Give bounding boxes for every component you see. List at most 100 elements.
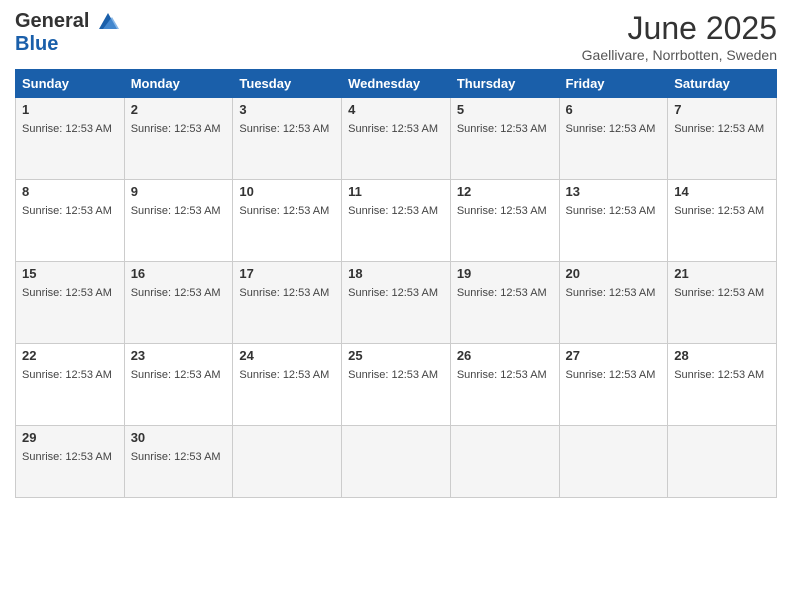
day-number: 29 <box>22 430 118 445</box>
sunrise-text: Sunrise: 12:53 AM <box>348 123 438 135</box>
calendar-row: 22Sunrise: 12:53 AM23Sunrise: 12:53 AM24… <box>16 344 777 426</box>
day-number: 1 <box>22 102 118 117</box>
day-number: 21 <box>674 266 770 281</box>
sunrise-text: Sunrise: 12:53 AM <box>239 369 329 381</box>
table-row: 12 Sunrise: 12:53 AM <box>450 180 559 262</box>
col-tuesday: Tuesday <box>233 70 342 98</box>
sunrise-text: Sunrise: 12:53 AM <box>566 369 656 381</box>
table-row <box>342 426 451 498</box>
col-wednesday: Wednesday <box>342 70 451 98</box>
logo-text: General Blue <box>15 10 119 55</box>
day-number: 18 <box>348 266 444 281</box>
sunrise-text: Sunrise: 12:53 AM <box>566 287 656 299</box>
day-number: 26 <box>457 348 553 363</box>
sunrise-text: Sunrise: 12:53 AM <box>131 369 221 381</box>
day-number: 25 <box>348 348 444 363</box>
table-row: 20 Sunrise: 12:53 AM <box>559 262 668 344</box>
day-number: 2 <box>131 102 227 117</box>
table-row <box>233 426 342 498</box>
calendar-row: 15Sunrise: 12:53 AM16Sunrise: 12:53 AM17… <box>16 262 777 344</box>
table-row: 26Sunrise: 12:53 AM <box>450 344 559 426</box>
table-row: 27 Sunrise: 12:53 AM <box>559 344 668 426</box>
calendar-header-row: Sunday Monday Tuesday Wednesday Thursday… <box>16 70 777 98</box>
table-row: 5 Sunrise: 12:53 AM <box>450 98 559 180</box>
day-number: 27 <box>566 348 662 363</box>
day-number: 20 <box>566 266 662 281</box>
sunrise-text: Sunrise: 12:53 AM <box>239 123 329 135</box>
table-row: 6 Sunrise: 12:53 AM <box>559 98 668 180</box>
table-row: 21 Sunrise: 12:53 AM <box>668 262 777 344</box>
month-year: June 2025 <box>582 10 777 47</box>
table-row: 3 Sunrise: 12:53 AM <box>233 98 342 180</box>
table-row: 17Sunrise: 12:53 AM <box>233 262 342 344</box>
sunrise-text: Sunrise: 12:53 AM <box>348 205 438 217</box>
day-number: 30 <box>131 430 227 445</box>
sunrise-text: Sunrise: 12:53 AM <box>566 123 656 135</box>
calendar-row: 29 Sunrise: 12:53 AM 30 Sunrise: 12:53 AM <box>16 426 777 498</box>
table-row: 8Sunrise: 12:53 AM <box>16 180 125 262</box>
day-number: 24 <box>239 348 335 363</box>
sunrise-text: Sunrise: 12:53 AM <box>131 123 221 135</box>
day-number: 28 <box>674 348 770 363</box>
table-row <box>450 426 559 498</box>
table-row: 10 Sunrise: 12:53 AM <box>233 180 342 262</box>
header: General Blue June 2025 Gaellivare, Norrb… <box>15 10 777 63</box>
sunrise-text: Sunrise: 12:53 AM <box>22 369 112 381</box>
table-row: 25 Sunrise: 12:53 AM <box>342 344 451 426</box>
day-number: 4 <box>348 102 444 117</box>
sunrise-text: Sunrise: 12:53 AM <box>674 205 764 217</box>
logo: General Blue <box>15 10 119 55</box>
table-row: 1 Sunrise: 12:53 AM <box>16 98 125 180</box>
sunrise-text: Sunrise: 12:53 AM <box>674 369 764 381</box>
sunrise-text: Sunrise: 12:53 AM <box>457 205 547 217</box>
day-number: 17 <box>239 266 335 281</box>
location: Gaellivare, Norrbotten, Sweden <box>582 47 777 63</box>
sunrise-text: Sunrise: 12:53 AM <box>674 123 764 135</box>
day-number: 5 <box>457 102 553 117</box>
day-number: 23 <box>131 348 227 363</box>
page: General Blue June 2025 Gaellivare, Norrb… <box>0 0 792 612</box>
table-row: 13 Sunrise: 12:53 AM <box>559 180 668 262</box>
sunrise-text: Sunrise: 12:53 AM <box>131 451 221 463</box>
sunrise-text: Sunrise: 12:53 AM <box>131 287 221 299</box>
day-number: 10 <box>239 184 335 199</box>
sunrise-text: Sunrise: 12:53 AM <box>239 205 329 217</box>
table-row <box>668 426 777 498</box>
title-block: June 2025 Gaellivare, Norrbotten, Sweden <box>582 10 777 63</box>
sunrise-text: Sunrise: 12:53 AM <box>22 123 112 135</box>
sunrise-text: Sunrise: 12:53 AM <box>674 287 764 299</box>
day-number: 11 <box>348 184 444 199</box>
table-row <box>559 426 668 498</box>
table-row: 4 Sunrise: 12:53 AM <box>342 98 451 180</box>
calendar-row: 8Sunrise: 12:53 AM9Sunrise: 12:53 AM10Su… <box>16 180 777 262</box>
col-saturday: Saturday <box>668 70 777 98</box>
sunrise-text: Sunrise: 12:53 AM <box>348 369 438 381</box>
logo-blue: Blue <box>15 33 119 55</box>
col-sunday: Sunday <box>16 70 125 98</box>
day-number: 8 <box>22 184 118 199</box>
table-row: 15Sunrise: 12:53 AM <box>16 262 125 344</box>
day-number: 12 <box>457 184 553 199</box>
table-row: 30 Sunrise: 12:53 AM <box>124 426 233 498</box>
sunrise-text: Sunrise: 12:53 AM <box>566 205 656 217</box>
day-number: 7 <box>674 102 770 117</box>
day-number: 13 <box>566 184 662 199</box>
table-row: 19Sunrise: 12:53 AM <box>450 262 559 344</box>
table-row: 28 Sunrise: 12:53 AM <box>668 344 777 426</box>
col-thursday: Thursday <box>450 70 559 98</box>
sunrise-text: Sunrise: 12:53 AM <box>22 451 112 463</box>
day-number: 6 <box>566 102 662 117</box>
table-row: 9 Sunrise: 12:53 AM <box>124 180 233 262</box>
sunrise-text: Sunrise: 12:53 AM <box>131 205 221 217</box>
table-row: 7 Sunrise: 12:53 AM <box>668 98 777 180</box>
day-number: 9 <box>131 184 227 199</box>
calendar-table: Sunday Monday Tuesday Wednesday Thursday… <box>15 69 777 498</box>
sunrise-text: Sunrise: 12:53 AM <box>457 287 547 299</box>
col-monday: Monday <box>124 70 233 98</box>
day-number: 15 <box>22 266 118 281</box>
sunrise-text: Sunrise: 12:53 AM <box>457 123 547 135</box>
calendar-row: 1 Sunrise: 12:53 AM 2 Sunrise: 12:53 AM 3 Sun… <box>16 98 777 180</box>
day-number: 3 <box>239 102 335 117</box>
table-row: 2 Sunrise: 12:53 AM <box>124 98 233 180</box>
table-row: 16Sunrise: 12:53 AM <box>124 262 233 344</box>
